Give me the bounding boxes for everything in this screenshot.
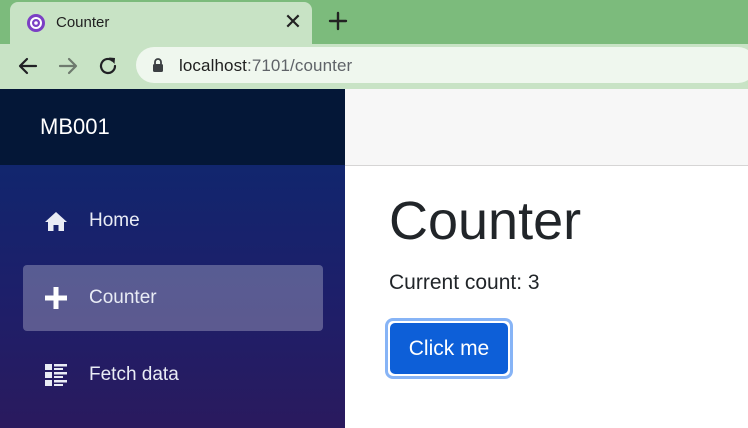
url-path: :7101/counter bbox=[247, 56, 353, 75]
sidebar-item-label: Home bbox=[89, 210, 140, 231]
sidebar-item-fetch-data[interactable]: Fetch data bbox=[23, 342, 323, 408]
page-title: Counter bbox=[389, 191, 582, 251]
sidebar-item-label: Counter bbox=[89, 287, 157, 308]
address-bar[interactable]: localhost:7101/counter bbox=[136, 47, 748, 83]
sidebar-item-home[interactable]: Home bbox=[23, 188, 323, 254]
plus-icon bbox=[45, 287, 67, 309]
browser-toolbar: localhost:7101/counter bbox=[0, 44, 748, 89]
sidebar-item-label: Fetch data bbox=[89, 364, 179, 385]
lock-icon bbox=[153, 58, 163, 72]
blazor-icon bbox=[27, 14, 45, 32]
url-text[interactable]: localhost:7101/counter bbox=[179, 56, 352, 76]
sidebar-item-counter[interactable]: Counter bbox=[23, 265, 323, 331]
close-tab-icon[interactable]: ✕ bbox=[282, 11, 304, 33]
current-count: Current count: 3 bbox=[389, 271, 540, 294]
list-icon bbox=[45, 364, 67, 386]
home-icon bbox=[45, 212, 67, 231]
click-me-button-focus-ring: Click me bbox=[385, 318, 513, 379]
brand-bar: MB001 bbox=[0, 89, 345, 165]
brand-link[interactable]: MB001 bbox=[40, 114, 110, 140]
sidebar: MB001 Home Counter Fetch data bbox=[0, 89, 345, 428]
click-me-button[interactable]: Click me bbox=[390, 323, 508, 374]
url-host: localhost bbox=[179, 56, 247, 75]
browser-tab[interactable]: Counter ✕ bbox=[10, 2, 312, 44]
forward-arrow-icon[interactable] bbox=[56, 54, 80, 78]
browser-tab-strip: Counter ✕ bbox=[0, 0, 748, 44]
new-tab-icon[interactable] bbox=[326, 9, 350, 33]
reload-icon[interactable] bbox=[96, 54, 120, 78]
tab-title: Counter bbox=[56, 14, 110, 31]
top-row bbox=[345, 89, 748, 166]
back-arrow-icon[interactable] bbox=[16, 54, 40, 78]
